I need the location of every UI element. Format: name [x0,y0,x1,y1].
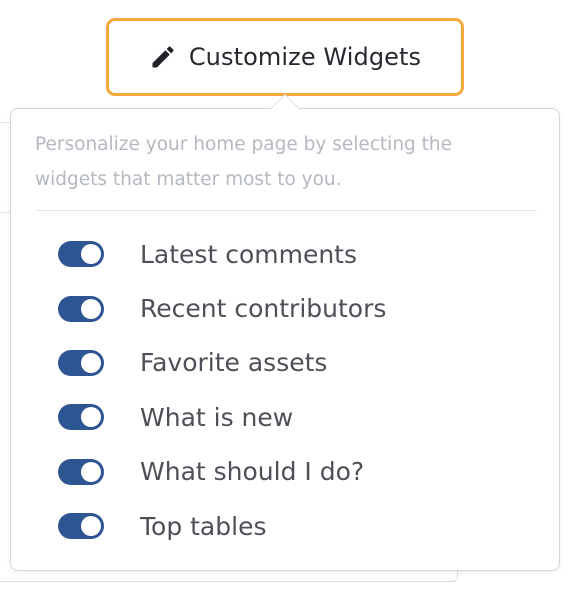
toggle-knob [81,461,101,482]
widget-item-what-is-new[interactable]: What is new [11,390,559,444]
toggle-knob [81,244,101,265]
widget-item-top-tables[interactable]: Top tables [11,499,559,553]
toggle-switch[interactable] [58,404,104,431]
widget-item-what-should-i-do[interactable]: What should I do? [11,445,559,499]
customize-widgets-popover: Personalize your home page by selecting … [10,108,560,571]
popover-description: Personalize your home page by selecting … [35,134,453,190]
widget-label: Recent contributors [140,294,387,324]
toggle-switch[interactable] [58,513,104,540]
widget-list: Latest comments Recent contributors Favo… [11,227,559,553]
toggle-knob [81,516,101,537]
widget-label: What should I do? [140,457,365,487]
toggle-switch[interactable] [58,295,104,322]
toggle-switch[interactable] [58,241,104,268]
widget-item-favorite-assets[interactable]: Favorite assets [11,336,559,390]
customize-widgets-label: Customize Widgets [188,43,422,71]
widget-label: What is new [140,402,294,432]
widget-item-recent-contributors[interactable]: Recent contributors [11,281,559,335]
toggle-knob [81,298,101,319]
widget-item-latest-comments[interactable]: Latest comments [11,227,559,281]
toggle-switch[interactable] [58,349,104,376]
widget-label: Favorite assets [140,348,328,378]
toggle-knob [81,407,101,428]
toggle-switch[interactable] [58,458,104,485]
pencil-icon [152,46,174,68]
customize-widgets-button[interactable]: Customize Widgets [106,18,464,96]
widget-label: Latest comments [140,239,358,269]
toggle-knob [81,352,101,373]
widget-label: Top tables [140,511,267,541]
popover-divider [35,210,537,211]
